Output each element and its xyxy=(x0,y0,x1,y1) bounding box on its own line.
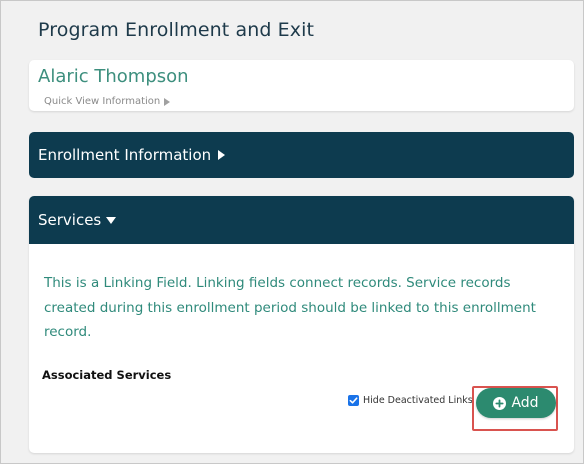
caret-right-icon xyxy=(218,150,226,160)
caret-right-icon xyxy=(164,97,171,106)
client-card: Alaric Thompson Quick View Information xyxy=(29,60,574,111)
caret-down-icon xyxy=(106,216,117,224)
hide-deactivated-links-toggle[interactable]: Hide Deactivated Links xyxy=(348,395,473,406)
associated-services-label: Associated Services xyxy=(42,368,172,382)
quick-view-link[interactable]: Quick View Information xyxy=(44,96,171,107)
app-frame: Program Enrollment and Exit Alaric Thomp… xyxy=(0,0,584,464)
page-title: Program Enrollment and Exit xyxy=(38,19,315,41)
add-service-button[interactable]: Add xyxy=(476,388,556,418)
client-name[interactable]: Alaric Thompson xyxy=(38,66,189,87)
services-header[interactable]: Services xyxy=(29,196,574,244)
linking-field-description: This is a Linking Field. Linking fields … xyxy=(44,275,536,340)
plus-circle-icon xyxy=(493,396,507,410)
hide-deactivated-label: Hide Deactivated Links xyxy=(363,395,473,406)
enrollment-information-header[interactable]: Enrollment Information xyxy=(29,132,574,178)
hide-deactivated-checkbox[interactable] xyxy=(348,395,359,406)
checkmark-icon xyxy=(349,397,358,404)
services-label: Services xyxy=(38,211,102,229)
enrollment-information-label: Enrollment Information xyxy=(38,146,212,164)
quick-view-label: Quick View Information xyxy=(44,96,161,107)
add-button-label: Add xyxy=(511,395,539,411)
